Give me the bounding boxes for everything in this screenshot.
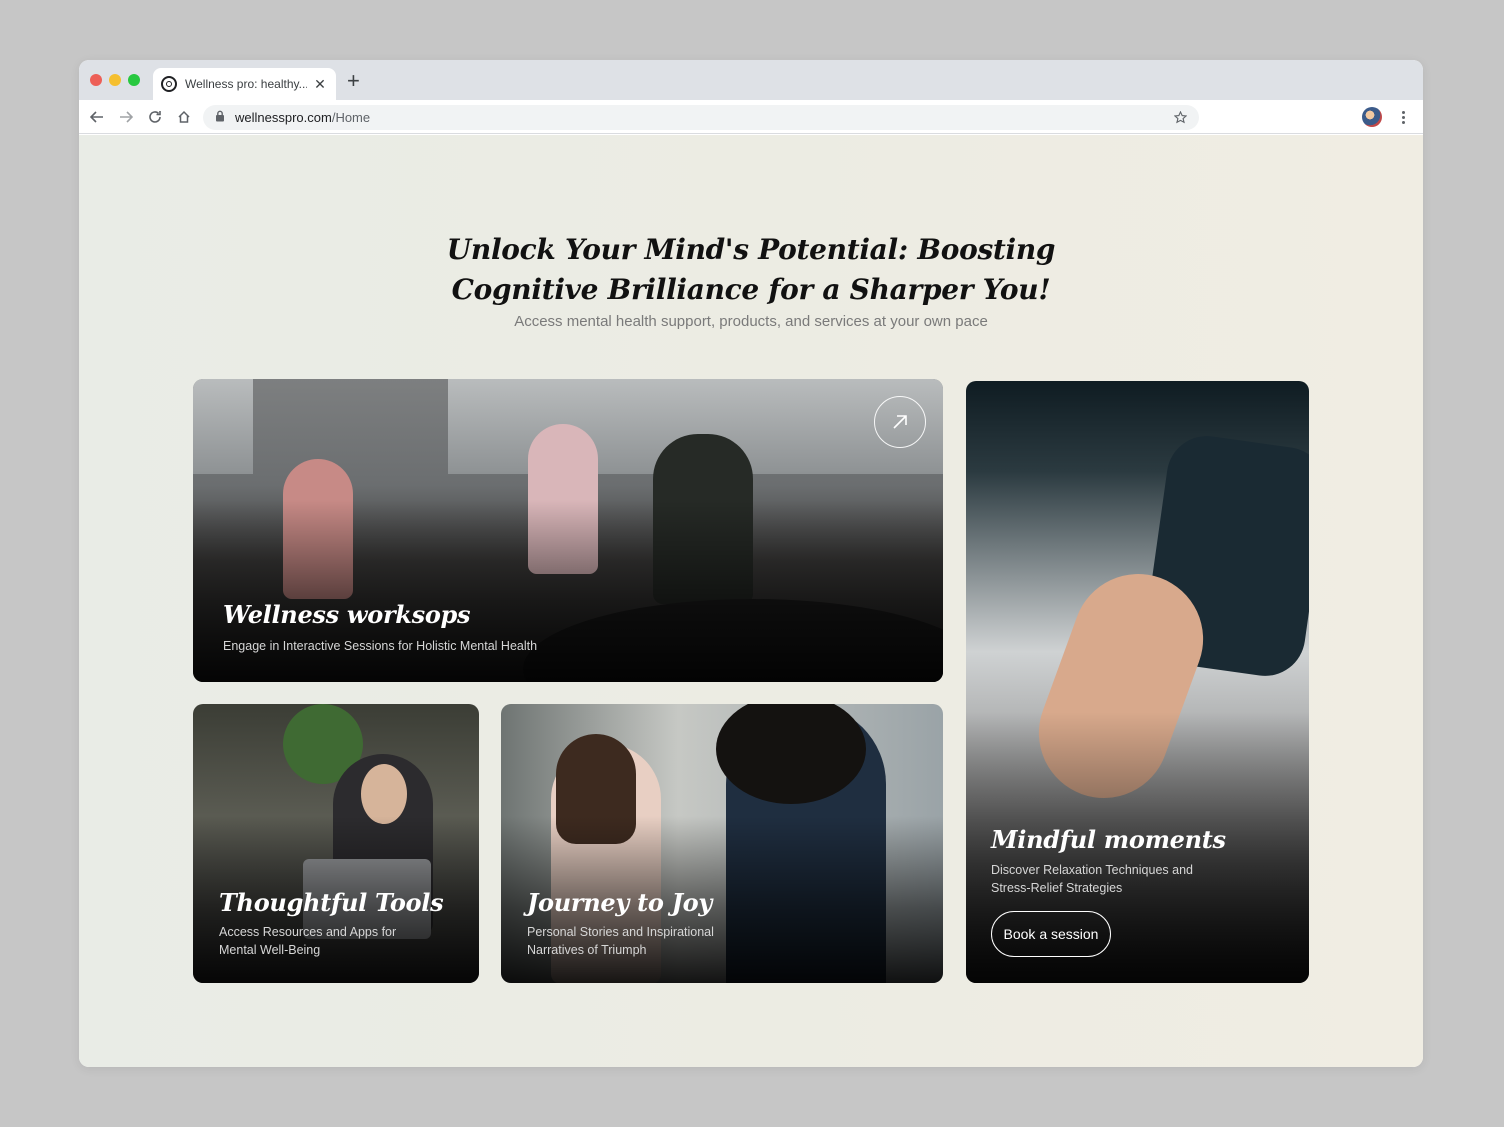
- page-content: Unlock Your Mind's Potential: Boosting C…: [79, 135, 1423, 1067]
- address-bar[interactable]: wellnesspro.com /Home: [203, 105, 1199, 130]
- lock-icon: [215, 109, 225, 127]
- hero-title: Unlock Your Mind's Potential: Boosting C…: [446, 233, 1056, 306]
- close-icon[interactable]: ✕: [312, 76, 328, 93]
- tab-title: Wellness pro: healthy...: [185, 77, 307, 91]
- hero-subtitle: Access mental health support, products, …: [514, 313, 988, 330]
- photo-window: [193, 379, 253, 474]
- card-description: Personal Stories and Inspirational Narra…: [527, 925, 714, 957]
- browser-tab[interactable]: Wellness pro: healthy... ✕: [153, 68, 336, 100]
- home-icon[interactable]: [174, 107, 194, 127]
- book-session-button[interactable]: Book a session: [991, 911, 1111, 957]
- close-window-button[interactable]: [90, 74, 102, 86]
- browser-toolbar: wellnesspro.com /Home: [79, 100, 1423, 134]
- card-description: Access Resources and Apps for Mental Wel…: [219, 925, 397, 957]
- card-mindful-moments[interactable]: Mindful moments Discover Relaxation Tech…: [966, 381, 1309, 983]
- card-thoughtful-tools[interactable]: Thoughtful Tools Access Resources and Ap…: [193, 704, 479, 983]
- site-favicon-icon: [161, 76, 177, 92]
- url-host: wellnesspro.com: [235, 110, 332, 125]
- browser-window: Wellness pro: healthy... ✕ + wellnesspro…: [79, 60, 1423, 1067]
- card-title: Mindful moments: [991, 825, 1226, 854]
- card-title: Thoughtful Tools: [219, 888, 444, 917]
- maximize-window-button[interactable]: [128, 74, 140, 86]
- reload-icon[interactable]: [145, 107, 165, 127]
- forward-icon[interactable]: [116, 107, 136, 127]
- card-title: Wellness worksops: [223, 600, 471, 629]
- more-menu-icon[interactable]: [1397, 107, 1409, 127]
- arrow-up-right-icon[interactable]: [874, 396, 926, 448]
- url-path: /Home: [331, 110, 371, 125]
- card-description: Engage in Interactive Sessions for Holis…: [223, 639, 538, 653]
- profile-avatar[interactable]: [1362, 107, 1382, 127]
- back-icon[interactable]: [87, 107, 107, 127]
- card-title: Journey to Joy: [527, 888, 713, 917]
- card-journey-to-joy[interactable]: Journey to Joy Personal Stories and Insp…: [501, 704, 943, 983]
- new-tab-button[interactable]: +: [347, 70, 360, 92]
- tab-strip: Wellness pro: healthy... ✕ +: [79, 60, 1423, 100]
- bookmark-star-icon[interactable]: [1174, 111, 1187, 124]
- card-wellness-workshops[interactable]: Wellness worksops Engage in Interactive …: [193, 379, 943, 682]
- minimize-window-button[interactable]: [109, 74, 121, 86]
- card-description: Discover Relaxation Techniques and Stres…: [991, 863, 1193, 895]
